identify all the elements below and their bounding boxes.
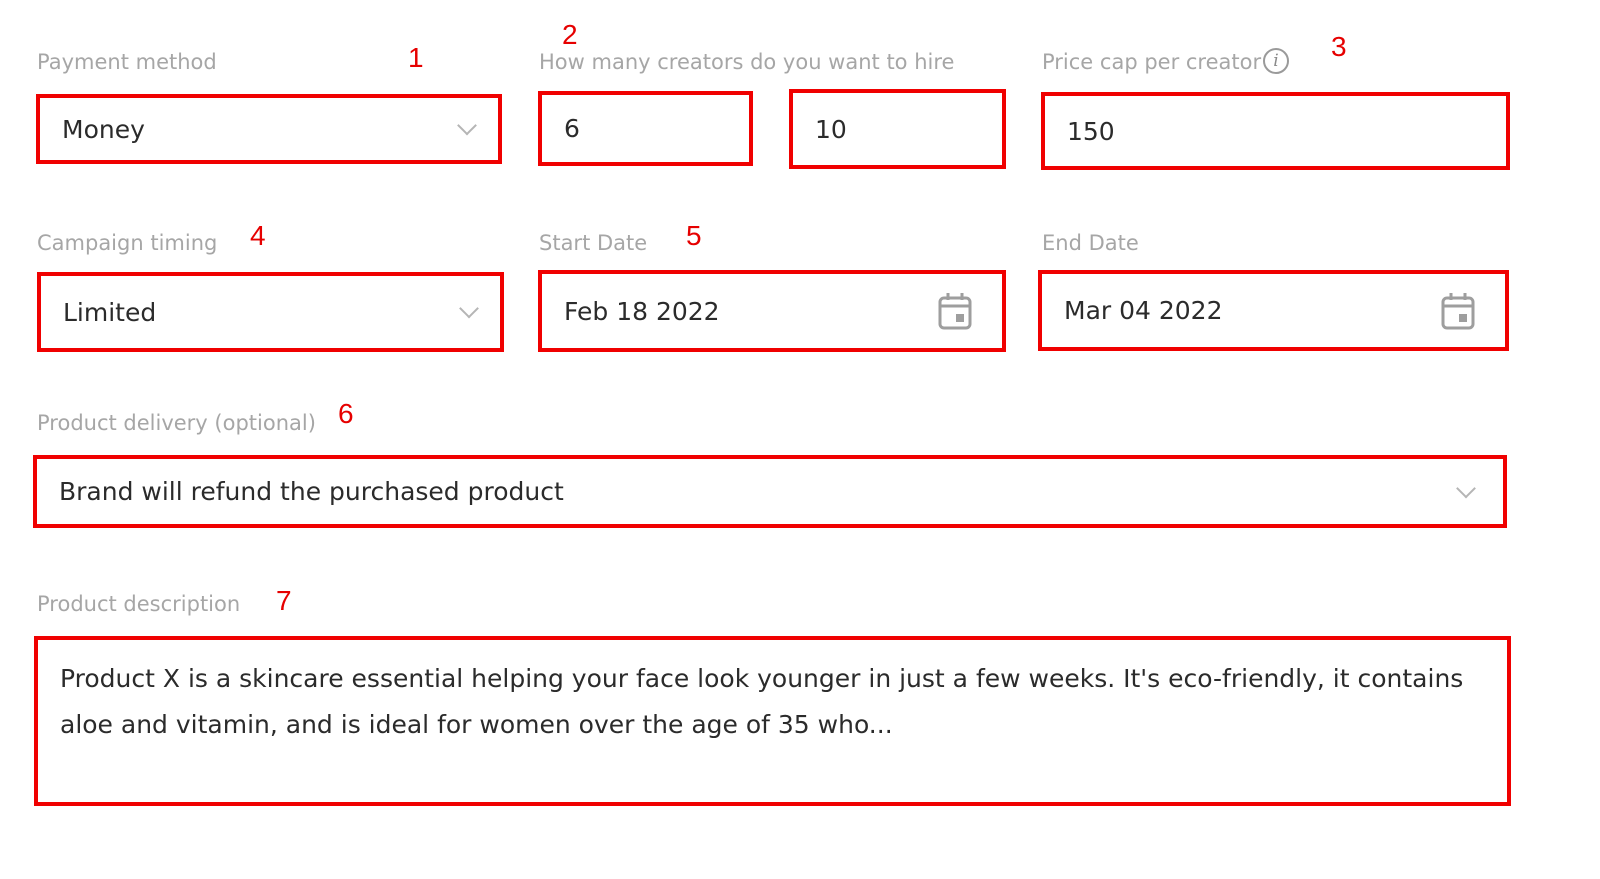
end-date-input[interactable]: Mar 04 2022 bbox=[1038, 270, 1509, 351]
payment-method-value: Money bbox=[62, 114, 145, 144]
marker-6: 6 bbox=[338, 398, 354, 429]
payment-method-label: Payment method bbox=[37, 50, 217, 74]
creators-min-value: 6 bbox=[564, 114, 580, 143]
chevron-down-icon bbox=[1456, 478, 1476, 498]
end-date-value: Mar 04 2022 bbox=[1064, 296, 1223, 325]
calendar-icon[interactable] bbox=[938, 292, 972, 330]
marker-7: 7 bbox=[276, 585, 292, 616]
marker-1: 1 bbox=[408, 42, 424, 73]
marker-2: 2 bbox=[562, 19, 578, 50]
campaign-timing-value: Limited bbox=[63, 297, 157, 327]
payment-method-select[interactable]: Money bbox=[36, 94, 502, 164]
campaign-timing-label: Campaign timing bbox=[37, 231, 218, 255]
chevron-down-icon bbox=[459, 298, 479, 319]
price-cap-label: Price cap per creator bbox=[1042, 50, 1262, 74]
end-date-label: End Date bbox=[1042, 231, 1139, 255]
product-delivery-label: Product delivery (optional) bbox=[37, 411, 316, 435]
start-date-label: Start Date bbox=[539, 231, 648, 255]
creators-min-input[interactable]: 6 bbox=[538, 91, 753, 166]
start-date-input[interactable]: Feb 18 2022 bbox=[538, 270, 1006, 352]
campaign-timing-select[interactable]: Limited bbox=[37, 272, 504, 352]
product-delivery-value: Brand will refund the purchased product bbox=[59, 477, 564, 506]
creators-max-value: 10 bbox=[815, 114, 847, 144]
info-icon[interactable]: i bbox=[1263, 48, 1289, 74]
marker-4: 4 bbox=[250, 220, 266, 251]
product-description-value: Product X is a skincare essential helpin… bbox=[60, 664, 1464, 739]
marker-3: 3 bbox=[1331, 31, 1347, 62]
marker-5: 5 bbox=[686, 220, 702, 251]
calendar-icon[interactable] bbox=[1441, 292, 1475, 330]
price-cap-value: 150 bbox=[1067, 116, 1115, 146]
price-cap-input[interactable]: 150 bbox=[1041, 92, 1510, 170]
product-delivery-select[interactable]: Brand will refund the purchased product bbox=[33, 455, 1507, 528]
product-description-label: Product description bbox=[37, 592, 241, 616]
creators-label: How many creators do you want to hire bbox=[539, 50, 955, 74]
chevron-down-icon bbox=[457, 115, 477, 136]
start-date-value: Feb 18 2022 bbox=[564, 296, 720, 326]
product-description-textarea[interactable]: Product X is a skincare essential helpin… bbox=[34, 636, 1511, 806]
creators-max-input[interactable]: 10 bbox=[789, 89, 1006, 169]
